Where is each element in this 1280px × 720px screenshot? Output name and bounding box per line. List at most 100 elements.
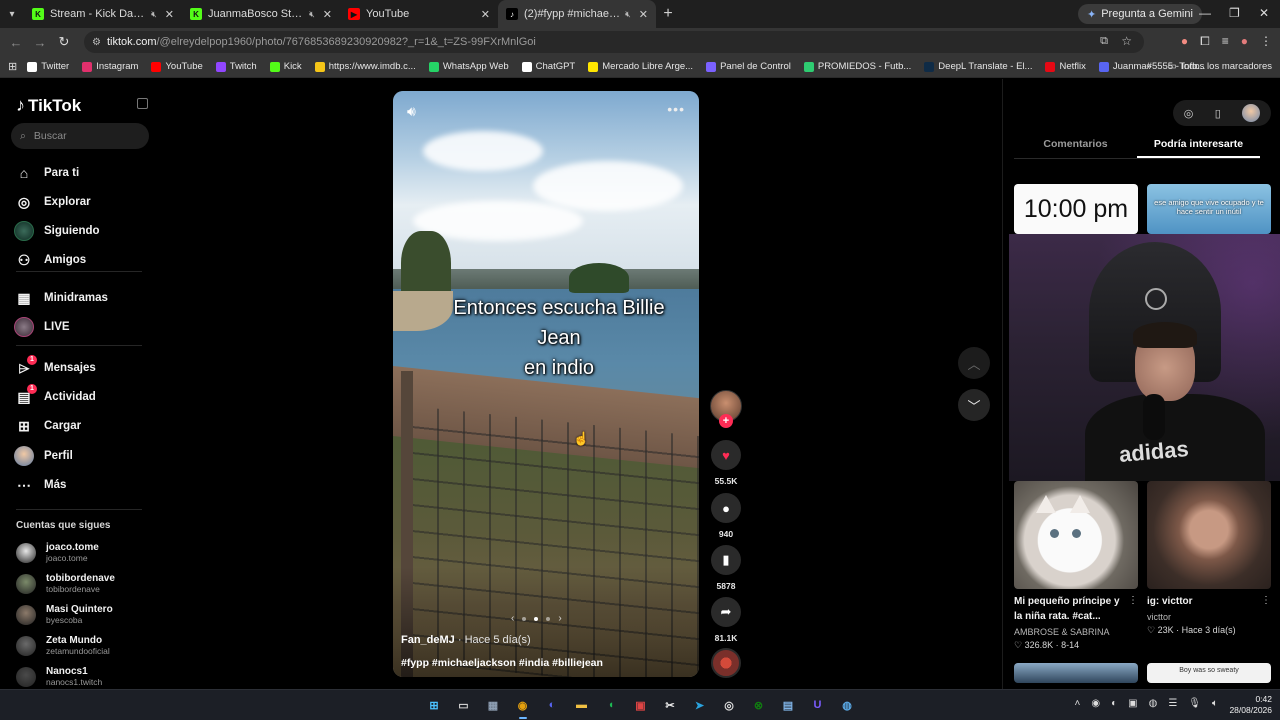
profile-badge-icon[interactable]: ● [1181, 34, 1188, 49]
post-media[interactable]: Entonces escucha Billie Jean en indio 🔊︎… [393, 91, 699, 677]
carousel-prev-icon[interactable]: ‹ [511, 613, 514, 624]
nav-item-minidramas[interactable]: ▦ Minidramas [16, 287, 108, 309]
discord-tray-icon[interactable]: ◐ [1111, 698, 1117, 709]
address-bar[interactable]: ⚙ tiktok.com/@elreydelpop1960/photo/7676… [84, 31, 1144, 53]
steam-app-icon[interactable]: ◍ [837, 695, 857, 715]
browser-tab[interactable]: ♪ (2)#fypp #michaeljackson # 🔇︎ ✕ [498, 0, 656, 28]
carousel-dot-active[interactable] [534, 616, 539, 621]
more-options-icon[interactable]: ••• [667, 101, 685, 117]
telegram-icon[interactable]: ➤ [690, 695, 710, 715]
microphone-tray-icon[interactable]: 🎙︎ [1188, 698, 1201, 709]
device-icon[interactable]: ▯ [1215, 107, 1221, 120]
tray-app-icon[interactable]: ◉ [1091, 698, 1100, 709]
post-author[interactable]: Fan_deMJ [401, 634, 455, 646]
xbox-icon[interactable]: ⊗ [749, 695, 769, 715]
obs-icon[interactable]: ◎ [719, 695, 739, 715]
browser-menu-icon[interactable]: ⋮ [1260, 34, 1272, 49]
tiktok-logo[interactable]: ♪ TikTok [16, 95, 81, 116]
bookmark-item[interactable]: Twitter [27, 61, 69, 72]
nav-item-más[interactable]: ⋯ Más [16, 474, 66, 496]
card-more-icon[interactable]: ⋮ [1261, 595, 1271, 606]
bookmark-item[interactable]: WhatsApp Web [428, 61, 509, 72]
card-user[interactable]: AMBROSE & SABRINA [1014, 627, 1110, 637]
suggested-thumb-cat[interactable] [1014, 481, 1138, 589]
user-avatar[interactable] [1242, 104, 1261, 122]
minimize-button[interactable]: — [1199, 6, 1211, 20]
following-account[interactable]: Masi Quintero byescoba [16, 604, 113, 625]
bookmark-item[interactable]: PROMIEDOS - Futb... [803, 61, 911, 72]
bookmark-item[interactable]: ChatGPT [521, 61, 575, 72]
card-user[interactable]: victtor [1147, 612, 1171, 622]
suggested-thumb[interactable]: ese amigo que vive ocupado y te hace sen… [1147, 184, 1271, 234]
more-bookmarks-icon[interactable]: » [1146, 61, 1151, 72]
bookmark-item[interactable]: Kick [269, 61, 302, 72]
close-tab-icon[interactable]: ✕ [323, 8, 332, 21]
reload-button[interactable]: ↻ [52, 34, 76, 50]
spotify-icon[interactable]: ◖ [601, 695, 621, 715]
calculator-icon[interactable]: ▦ [483, 695, 503, 715]
following-account[interactable]: tobibordenave tobibordenave [16, 573, 115, 594]
steam-tray-icon[interactable]: ◍ [1149, 698, 1158, 709]
volume-tray-icon[interactable]: 🔈︎ [1212, 698, 1218, 709]
tray-overflow-icon[interactable]: ˄ [1075, 698, 1081, 709]
extensions-icon[interactable]: ⧠ [1200, 34, 1210, 49]
following-account[interactable]: Zeta Mundo zetamundooficial [16, 635, 110, 656]
account-avatar-icon[interactable]: ● [1241, 34, 1248, 49]
carousel-dot[interactable] [546, 616, 551, 621]
bookmark-item[interactable]: Instagram [82, 61, 138, 72]
like-action[interactable]: ♥ 55.5K [710, 440, 742, 486]
card-more-icon[interactable]: ⋮ [1128, 595, 1138, 606]
post-hashtags[interactable]: #fypp #michaeljackson #india #billiejean [401, 657, 603, 669]
suggested-thumb[interactable]: Boy was so sweaty [1147, 663, 1271, 683]
carousel-dot[interactable] [522, 616, 527, 621]
close-tab-icon[interactable]: ✕ [165, 8, 174, 21]
music-action[interactable] [710, 648, 742, 678]
tab-suggested[interactable]: Podría interesarte [1137, 135, 1260, 158]
tab-search-icon[interactable]: ▾ [0, 0, 24, 28]
muted-icon[interactable]: 🔇︎ [151, 9, 157, 20]
apps-grid-icon[interactable]: ⊞ [8, 60, 17, 73]
tray-app-icon[interactable]: ▣ [1128, 698, 1137, 709]
task-view-icon[interactable]: ▭ [454, 695, 474, 715]
volume-icon[interactable]: 🔊︎ [407, 103, 416, 120]
bookmark-item[interactable]: Netflix [1045, 61, 1086, 72]
tab-comments[interactable]: Comentarios [1014, 135, 1137, 158]
search-box[interactable]: ⌕ [11, 123, 149, 149]
browser-tab[interactable]: K JuanmaBosco Stream - Wat 🔇︎ ✕ [182, 0, 340, 28]
suggested-thumb[interactable]: 10:00 pm [1014, 184, 1138, 234]
close-tab-icon[interactable]: ✕ [481, 8, 490, 21]
site-info-icon[interactable]: ⚙ [92, 37, 101, 48]
media-controls-icon[interactable]: ≡ [1222, 34, 1229, 49]
save-action[interactable]: ▮ 5878 [710, 545, 742, 591]
share-action[interactable]: ➦ 81.1K [710, 597, 742, 643]
file-explorer-icon[interactable]: ▬ [572, 695, 592, 715]
next-post-button[interactable]: ﹀ [958, 389, 990, 421]
following-account[interactable]: Nanocs1 nanocs1.twitch [16, 666, 102, 687]
bookmark-item[interactable]: Mercado Libre Arge... [588, 61, 693, 72]
forward-button[interactable]: → [28, 35, 52, 50]
maximize-button[interactable]: ❐ [1229, 6, 1240, 20]
capcut-icon[interactable]: ✂ [660, 695, 680, 715]
bookmark-item[interactable]: Twitch [215, 61, 257, 72]
new-tab-button[interactable]: + [656, 5, 680, 23]
system-clock[interactable]: 0:42 28/08/2026 [1229, 694, 1272, 716]
close-tab-icon[interactable]: ✕ [639, 8, 648, 21]
gemini-button[interactable]: ✦ Pregunta a Gemini [1078, 4, 1202, 24]
following-account[interactable]: joaco.tome joaco.tome [16, 542, 99, 563]
nav-item-mensajes[interactable]: ⌲ 1 Mensajes [16, 355, 96, 379]
bookmark-item[interactable]: Panel de Control [706, 61, 791, 72]
follow-plus-icon[interactable]: + [719, 414, 733, 428]
nav-item-siguiendo[interactable]: Siguiendo [14, 220, 100, 242]
share-icon[interactable]: ➦ [711, 597, 741, 627]
nav-item-perfil[interactable]: Perfil [14, 445, 73, 467]
nav-item-actividad[interactable]: ▤ 1 Actividad [16, 384, 96, 408]
back-button[interactable]: ← [4, 35, 28, 50]
creator-avatar-button[interactable]: + [710, 390, 742, 428]
previous-post-button[interactable]: ︿ [958, 347, 990, 379]
music-disc-icon[interactable] [711, 648, 741, 678]
proton-icon[interactable]: U [808, 695, 828, 715]
nav-item-live[interactable]: LIVE [14, 316, 70, 338]
card-title[interactable]: Mi pequeño príncipe y la niña rata. #cat… [1014, 594, 1126, 624]
suggested-thumb-person[interactable] [1147, 481, 1271, 589]
nav-item-para-ti[interactable]: ⌂ Para ti [16, 162, 79, 184]
